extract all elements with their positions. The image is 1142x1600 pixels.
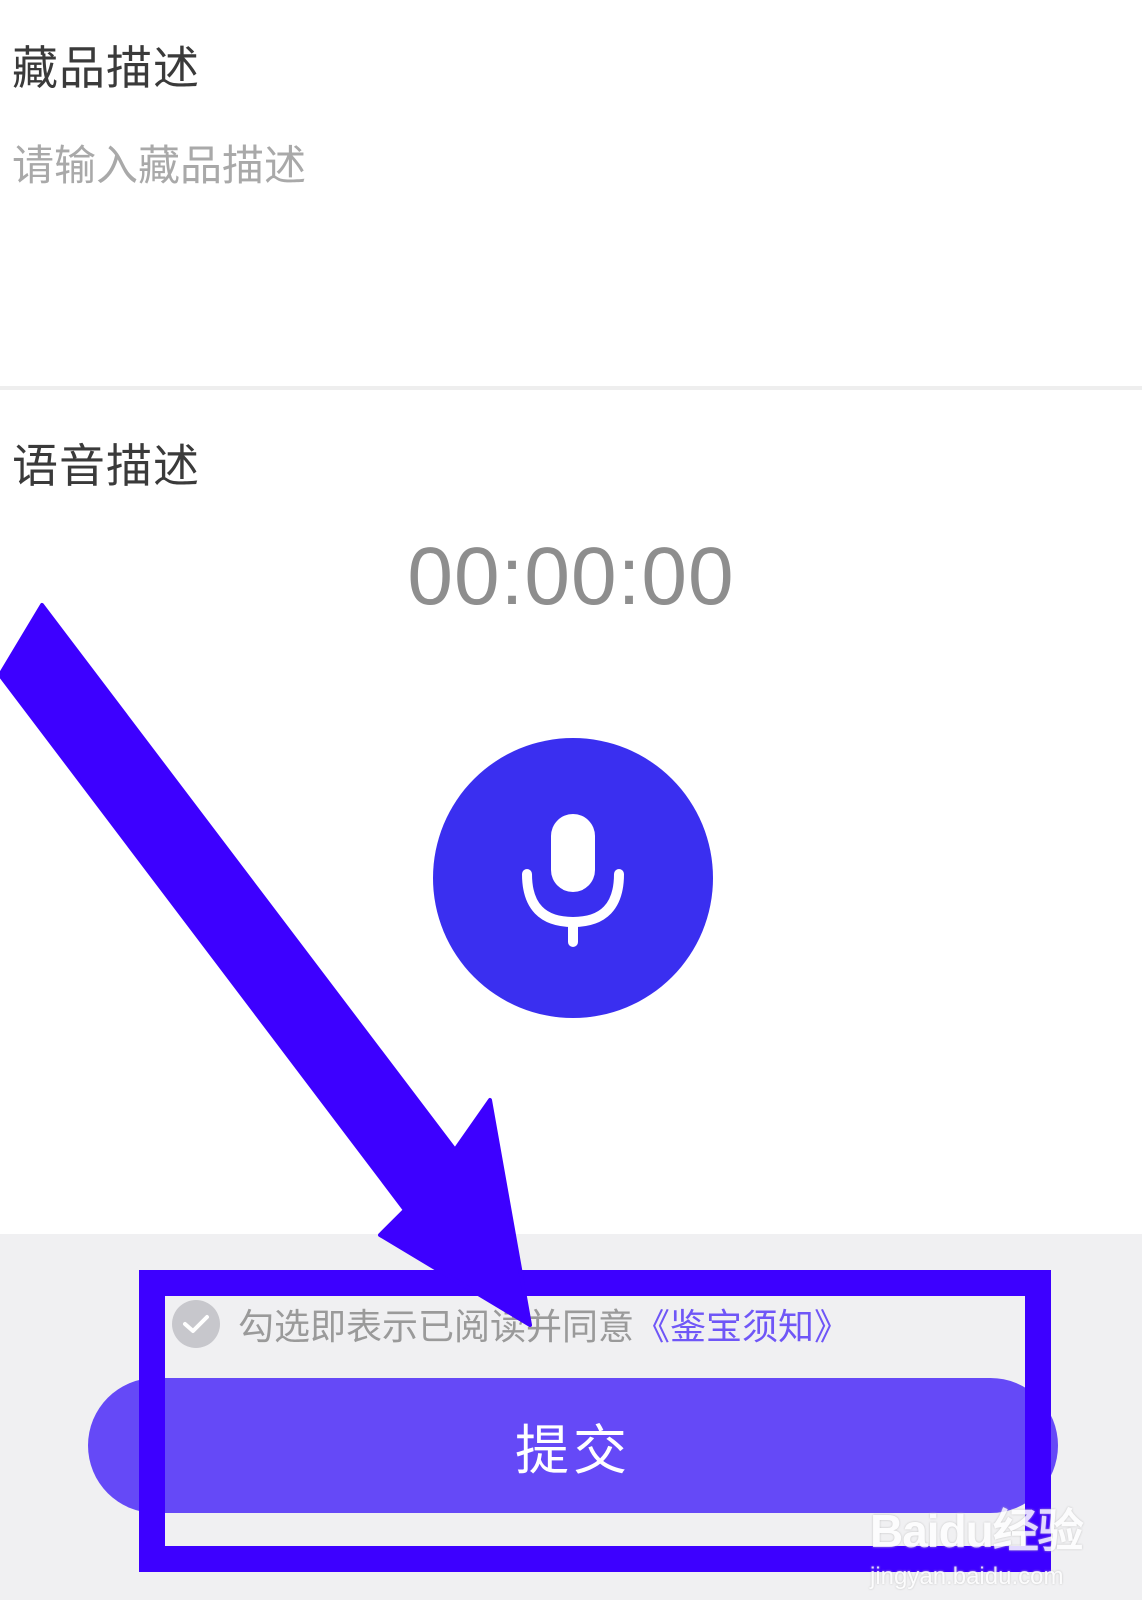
description-input[interactable] [0, 110, 1142, 380]
watermark-url: jingyan.baidu.com [870, 1563, 1064, 1590]
voice-title: 语音描述 [12, 439, 200, 493]
agreement-link[interactable]: 《鉴宝须知》 [634, 1298, 850, 1350]
check-icon [183, 1315, 209, 1333]
recording-timer: 00:00:00 [407, 531, 735, 622]
section-divider [0, 386, 1142, 390]
description-title: 藏品描述 [12, 41, 200, 95]
agreement-text: 勾选即表示已阅读并同意 [238, 1307, 635, 1348]
record-button[interactable] [433, 738, 713, 1018]
submit-button[interactable]: 提交 [88, 1378, 1058, 1513]
agreement-row: 勾选即表示已阅读并同意 《鉴宝须知》 [172, 1296, 850, 1352]
agreement-checkbox[interactable] [172, 1300, 220, 1348]
microphone-icon [522, 814, 624, 947]
watermark-brand: Baidu经验 [870, 1505, 1084, 1557]
baidu-watermark: Baidu经验 jingyan.baidu.com [870, 1495, 1110, 1591]
submit-label: 提交 [515, 1419, 631, 1482]
